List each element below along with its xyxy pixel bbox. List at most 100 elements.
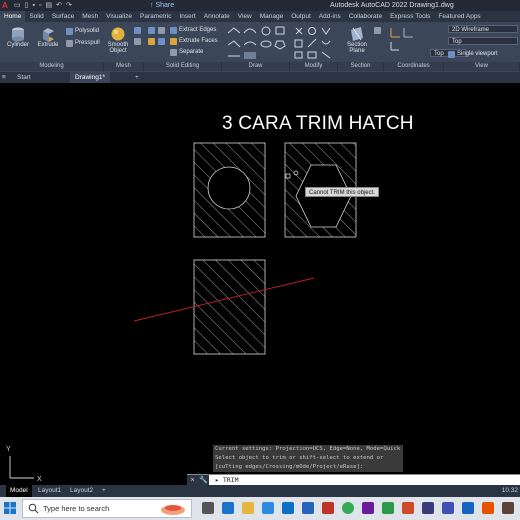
drawing-canvas[interactable]: Y X 3 CARA TRIM HATCH Cannot TRIM this o… [0,83,520,485]
viewport-config-button[interactable]: Single viewport [448,50,498,59]
add-layout-button[interactable]: + [98,485,110,497]
union-button[interactable] [148,26,155,35]
tab-manage[interactable]: Manage [256,11,288,22]
tab-surface[interactable]: Surface [48,11,78,22]
powerpoint-icon[interactable] [402,502,414,514]
windows-start-icon[interactable] [4,502,16,514]
polysolid-button[interactable]: Polysolid [66,27,99,36]
ucs-tools[interactable] [388,25,428,55]
interfere-button[interactable] [158,37,165,46]
undo-icon[interactable]: ↶ [56,0,62,11]
mesh-tool-2[interactable] [134,37,141,46]
save-icon[interactable]: ▪ [32,0,34,11]
cylinder-button[interactable]: Cylinder [4,26,32,48]
tab-view[interactable]: View [234,11,256,22]
visual-style-dropdown[interactable]: 2D Wireframe [448,25,518,33]
command-input[interactable]: ▸ TRIM [215,476,238,484]
tab-home[interactable]: Home [0,11,26,22]
panel-label-modify[interactable]: Modify [290,62,338,71]
subtract-button[interactable] [158,26,165,35]
share-button[interactable]: ↑ Share [150,0,174,11]
new-icon[interactable]: ▭ [14,0,21,11]
tab-collaborate[interactable]: Collaborate [345,11,386,22]
tab-insert[interactable]: Insert [175,11,199,22]
tab-add-ins[interactable]: Add-ins [315,11,345,22]
separate-label: Separate [179,49,204,55]
panel-label-draw[interactable]: Draw [222,62,290,71]
tab-layout2[interactable]: Layout2 [66,485,97,497]
save-as-icon[interactable]: ▫ [39,0,41,11]
tab-drawing1[interactable]: Drawing1* [70,72,110,83]
app-icon-5[interactable] [502,502,514,514]
intersect-button[interactable] [148,37,155,46]
tab-layout1[interactable]: Layout1 [34,485,65,497]
close-icon[interactable]: × [187,474,198,486]
plot-icon[interactable]: ▤ [45,0,52,11]
tab-parametric[interactable]: Parametric [136,11,175,22]
onenote-icon[interactable] [362,502,374,514]
panel-label-view[interactable]: View [444,62,520,71]
panel-label-coordinates[interactable]: Coordinates [384,62,444,71]
ucs-world-icon [403,28,413,38]
tab-featured-apps[interactable]: Featured Apps [434,11,484,22]
chrome-icon[interactable] [342,502,354,514]
extrude-faces-button[interactable]: Extrude Faces [170,37,218,46]
trim-error-tooltip: Cannot TRIM this object. [305,187,379,197]
panel-label-mesh[interactable]: Mesh [104,62,144,71]
add-tab-button[interactable]: + [130,72,144,83]
polysolid-label: Polysolid [75,28,100,34]
tab-mesh[interactable]: Mesh [78,11,102,22]
app-icon-4[interactable] [482,502,494,514]
polyline-icon [227,40,241,48]
presspull-button[interactable]: Presspull [66,39,100,48]
modify-tools[interactable] [292,25,336,61]
drawing-title-text[interactable]: 3 CARA TRIM HATCH [222,113,414,135]
menu-icon[interactable]: ≡ [2,72,10,83]
taskbar-search[interactable]: Type here to search [22,499,192,518]
outlook-icon[interactable] [302,502,314,514]
view-dropdown[interactable]: Top [448,37,518,45]
document-tabs: ≡ Start Drawing1* + [0,72,520,83]
premiere-icon[interactable] [442,502,454,514]
tab-visualize[interactable]: Visualize [102,11,136,22]
file-explorer-icon[interactable] [242,502,254,514]
redo-icon[interactable]: ↷ [66,0,72,11]
section-plane-button[interactable]: Section Plane [342,26,372,54]
polygon-icon [274,40,286,50]
command-line[interactable]: × 🔧 ▸ TRIM [187,474,520,486]
draw-tools[interactable] [226,25,286,61]
tab-solid[interactable]: Solid [25,11,47,22]
app-icon-2[interactable] [422,502,434,514]
extract-edges-button[interactable]: Extract Edges [170,26,216,35]
viewport-label: Single viewport [457,51,498,57]
separate-button[interactable]: Separate [170,48,203,57]
panel-label-modeling[interactable]: Modeling [0,62,104,71]
extrude-button[interactable]: Extrude [34,26,62,48]
autocad-logo[interactable]: A [2,0,12,11]
word-icon[interactable] [282,502,294,514]
tab-model[interactable]: Model [6,485,32,497]
hatch-rectangle-3[interactable] [193,259,266,355]
tab-express-tools[interactable]: Express Tools [386,11,434,22]
tab-output[interactable]: Output [287,11,315,22]
wrench-icon[interactable]: 🔧 [198,474,209,486]
task-view-icon[interactable] [202,502,214,514]
tab-annotate[interactable]: Annotate [200,11,234,22]
extract-edges-label: Extract Edges [179,27,217,33]
store-icon[interactable] [262,502,274,514]
search-placeholder: Type here to search [43,504,110,513]
mesh-tool-1[interactable] [134,26,141,35]
section-tool[interactable] [374,26,381,35]
panel-label-section[interactable]: Section [338,62,384,71]
autocad-taskbar-icon[interactable] [322,502,334,514]
panel-label-solid-editing[interactable]: Solid Editing [144,62,222,71]
smooth-object-label: Smooth Object [107,42,129,54]
open-icon[interactable]: ▯ [25,0,29,11]
app-icon-1[interactable] [222,502,234,514]
app-icon-3[interactable] [462,502,474,514]
hatch-rectangle-1[interactable] [193,142,266,238]
move-icon [295,27,303,35]
excel-icon[interactable] [382,502,394,514]
tab-start[interactable]: Start [12,72,36,83]
smooth-object-button[interactable]: Smooth Object [105,26,131,54]
